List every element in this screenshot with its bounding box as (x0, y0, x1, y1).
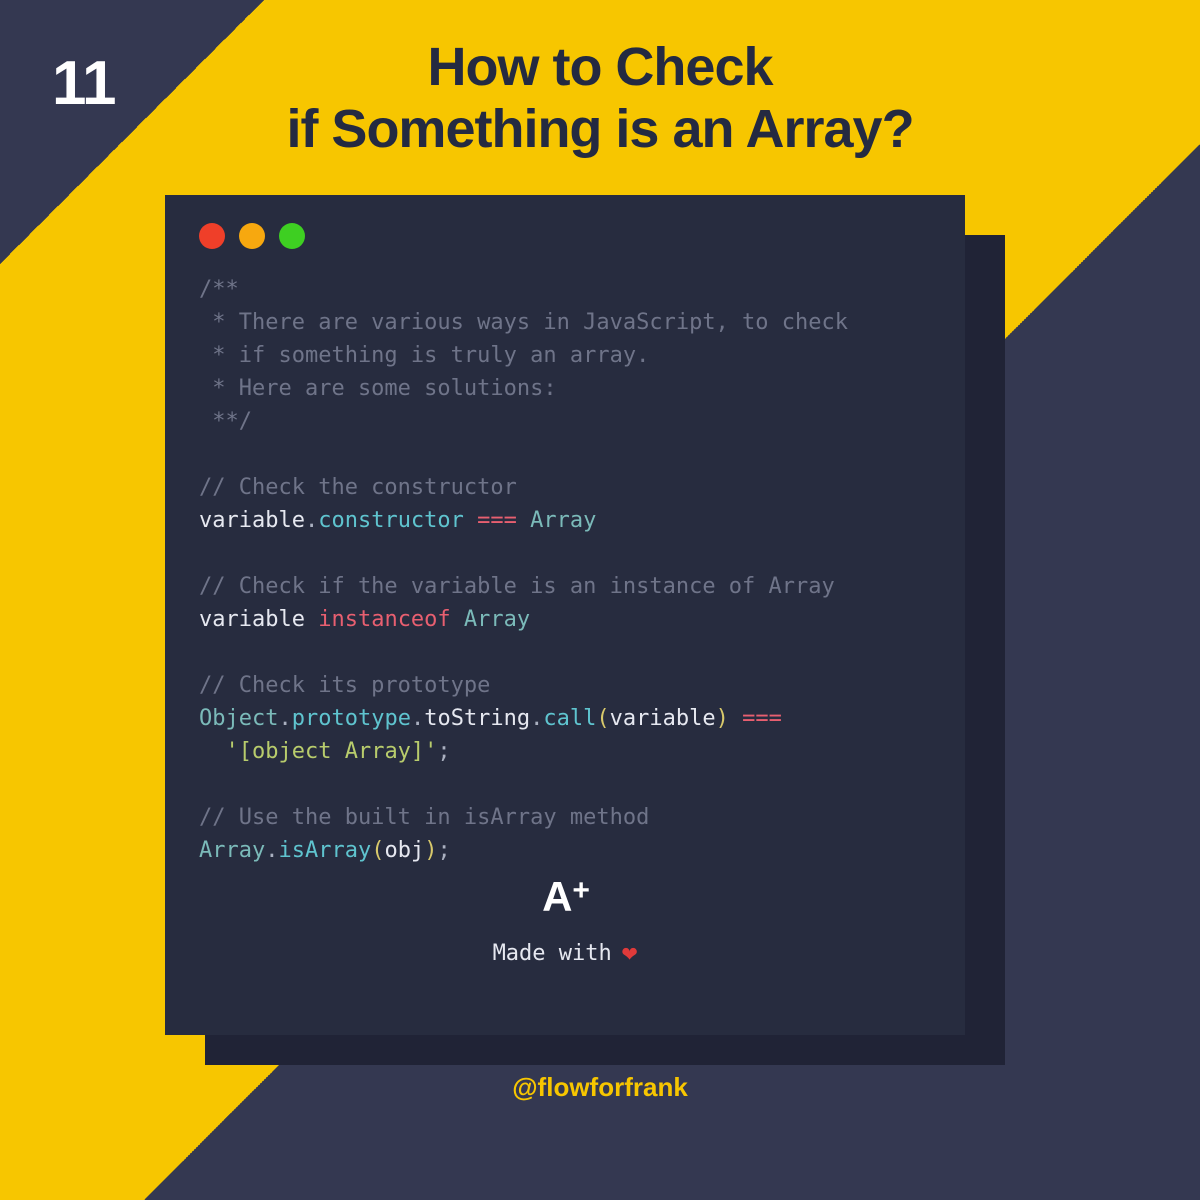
code-card: /** * There are various ways in JavaScri… (165, 195, 965, 1035)
code-token: prototype (292, 706, 411, 731)
minimize-icon (239, 223, 265, 249)
code-token: . (305, 508, 318, 533)
code-token: Array (464, 607, 530, 632)
close-icon (199, 223, 225, 249)
slide-title: How to Check if Something is an Array? (0, 36, 1200, 160)
logo-aplus: A+ (542, 865, 588, 928)
code-token: variable (610, 706, 716, 731)
code-token: ) (716, 706, 729, 731)
code-token: . (530, 706, 543, 731)
code-token: variable (199, 607, 305, 632)
code-token: ; (437, 838, 450, 863)
code-comment: * Here are some solutions: (199, 376, 557, 401)
code-comment: // Check the constructor (199, 475, 517, 500)
code-token: toString (424, 706, 530, 731)
code-token: obj (384, 838, 424, 863)
code-comment: /** (199, 277, 239, 302)
code-token: . (411, 706, 424, 731)
code-token: Object (199, 706, 278, 731)
heart-icon: ❤ (622, 934, 638, 973)
code-token: variable (199, 508, 305, 533)
code-token: === (742, 706, 782, 731)
code-token: === (477, 508, 517, 533)
code-token: call (543, 706, 596, 731)
code-comment: * There are various ways in JavaScript, … (199, 310, 848, 335)
made-with-text: Made with (493, 937, 612, 970)
code-comment: // Check if the variable is an instance … (199, 574, 835, 599)
code-token: . (278, 706, 291, 731)
code-token: Array (530, 508, 596, 533)
code-token: ( (371, 838, 384, 863)
code-token: ( (596, 706, 609, 731)
code-token: ) (424, 838, 437, 863)
author-handle[interactable]: @flowforfrank (0, 1072, 1200, 1103)
code-comment: **/ (199, 409, 252, 434)
code-token: isArray (278, 838, 371, 863)
code-comment: // Use the built in isArray method (199, 805, 649, 830)
title-line-2: if Something is an Array? (286, 99, 913, 159)
code-comment: // Check its prototype (199, 673, 490, 698)
code-token: . (265, 838, 278, 863)
code-token: ; (437, 739, 450, 764)
code-token: instanceof (318, 607, 450, 632)
footer-badge: A+ Made with ❤ (165, 865, 965, 973)
code-block: /** * There are various ways in JavaScri… (199, 273, 931, 867)
code-token: '[object Array]' (226, 739, 438, 764)
plus-icon: + (572, 868, 588, 913)
title-line-1: How to Check (427, 37, 772, 97)
logo-a-letter: A (542, 865, 570, 928)
code-comment: * if something is truly an array. (199, 343, 649, 368)
zoom-icon (279, 223, 305, 249)
code-token: constructor (318, 508, 464, 533)
made-with-label: Made with ❤ (165, 934, 965, 973)
code-token: Array (199, 838, 265, 863)
window-traffic-lights (199, 223, 931, 249)
